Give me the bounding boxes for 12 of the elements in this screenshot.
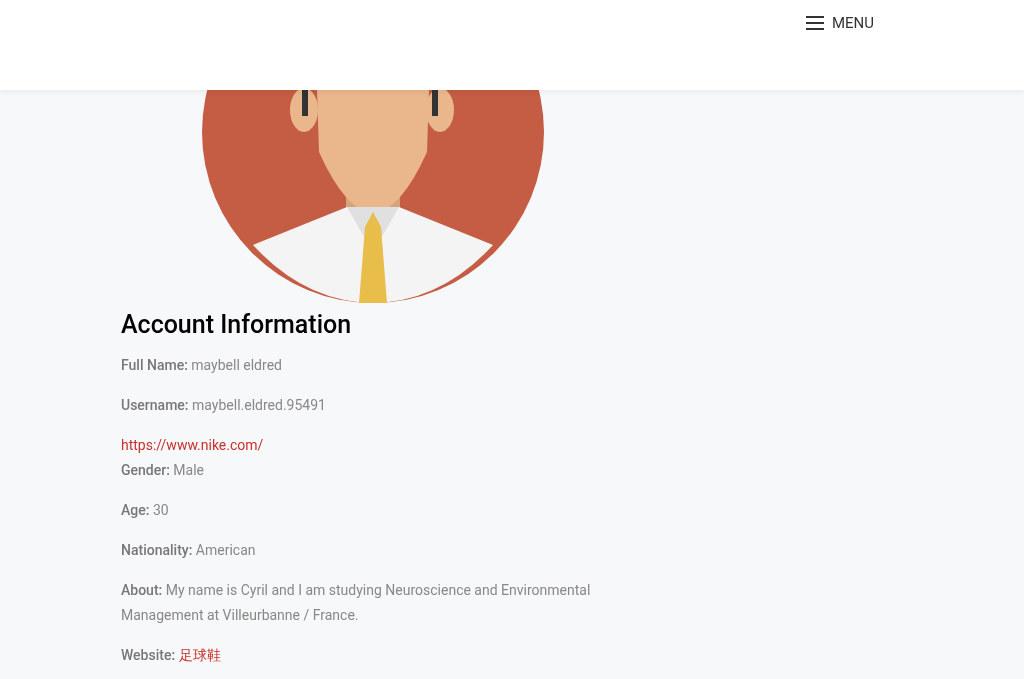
website-link[interactable]: 足球鞋 bbox=[179, 643, 222, 668]
field-text: About: My name is Cyril and I am studying Neuroscience and Environmental Management at Villeurbanne / France. bbox=[121, 581, 592, 625]
field-text: Full Name: maybell eldred bbox=[121, 356, 283, 375]
field-text: Age: 30 bbox=[121, 501, 170, 520]
field-text: Nationality: American bbox=[121, 541, 257, 560]
profile-link[interactable]: https://www.nike.com/ bbox=[121, 437, 264, 453]
field-text: Gender: Male bbox=[121, 461, 205, 480]
menu-button[interactable]: MENU bbox=[805, 12, 874, 35]
field-text: Username: maybell.eldred.95491 bbox=[121, 396, 327, 415]
section-title: Account Information bbox=[121, 309, 353, 341]
field-label: Website: bbox=[121, 646, 176, 665]
menu-icon bbox=[805, 16, 824, 31]
